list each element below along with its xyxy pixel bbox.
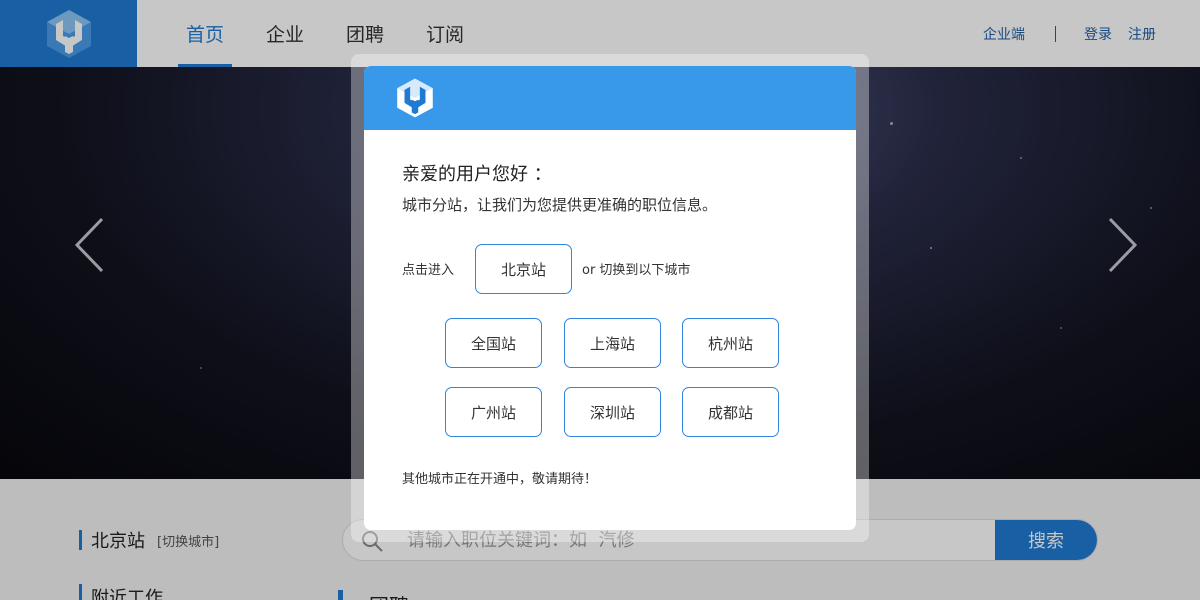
city-button-shenzhen[interactable]: 深圳站 bbox=[564, 387, 661, 437]
enter-current-city-row: 点击进入 北京站 or 切换到以下城市 bbox=[402, 244, 822, 294]
switch-label: or 切换到以下城市 bbox=[582, 263, 691, 278]
dialog-greeting: 亲爱的用户您好 ： bbox=[402, 164, 552, 185]
dialog-intro: 城市分站，让我们为您提供更准确的职位信息。 bbox=[402, 196, 718, 214]
city-button-chengdu[interactable]: 成都站 bbox=[682, 387, 779, 437]
enter-label: 点击进入 bbox=[402, 263, 455, 278]
dialog-header bbox=[364, 66, 856, 130]
city-select-dialog: 亲爱的用户您好 ： 城市分站，让我们为您提供更准确的职位信息。 点击进入 北京站… bbox=[364, 66, 856, 530]
current-city-button[interactable]: 北京站 bbox=[475, 244, 572, 294]
city-button-shanghai[interactable]: 上海站 bbox=[564, 318, 661, 368]
logo-icon bbox=[397, 78, 433, 118]
city-button-national[interactable]: 全国站 bbox=[445, 318, 542, 368]
dialog-note: 其他城市正在开通中，敬请期待！ bbox=[402, 472, 598, 487]
city-button-guangzhou[interactable]: 广州站 bbox=[445, 387, 542, 437]
city-button-hangzhou[interactable]: 杭州站 bbox=[682, 318, 779, 368]
